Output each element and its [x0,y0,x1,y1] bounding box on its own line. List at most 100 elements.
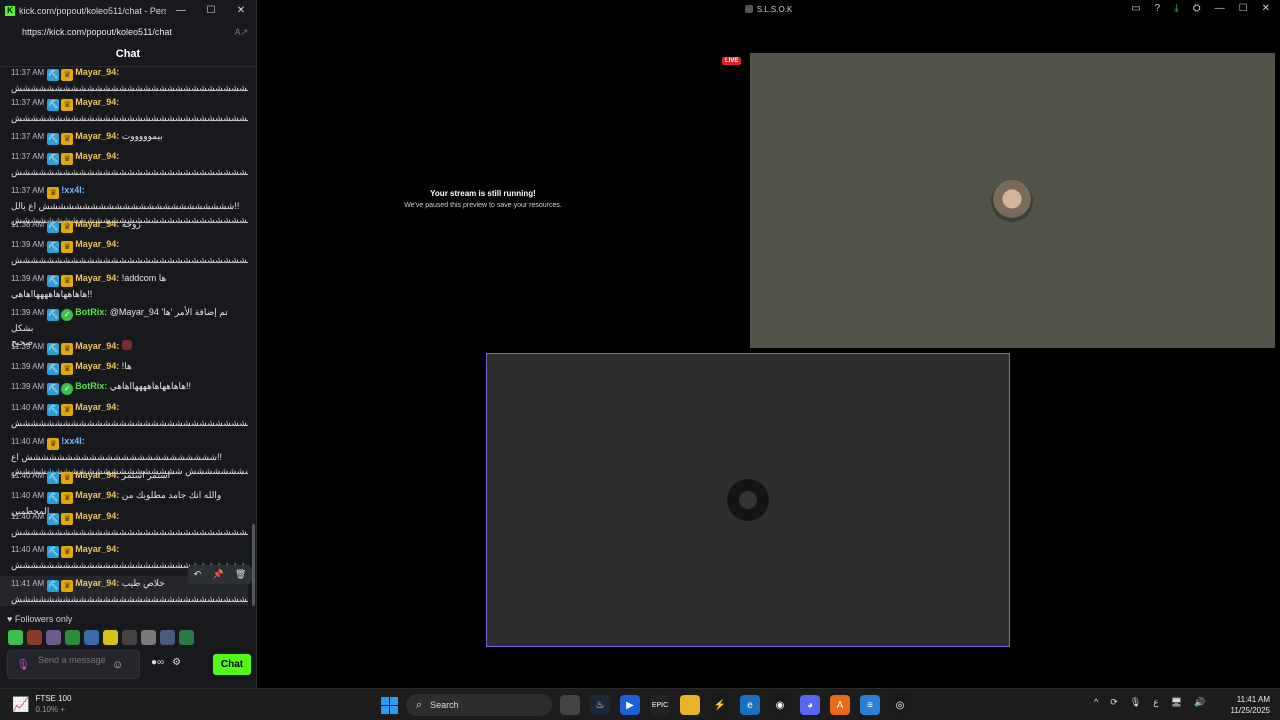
emote-face-icon[interactable] [27,630,42,645]
crown-badge-icon[interactable]: ♛ [61,275,74,287]
emoji-picker-icon[interactable]: ☺ [112,659,123,671]
emote-cat-icon[interactable] [141,630,156,645]
chat-message[interactable]: 11:37 AM ⛏ ♛ Mayar_94: شششششششششششششششششششش… [0,149,248,179]
crown-badge-icon[interactable]: ♛ [61,153,74,165]
crown-badge-icon[interactable]: ♛ [61,241,74,253]
app-close-button[interactable]: ✕ [1262,3,1270,14]
send-message-input[interactable] [37,652,108,677]
emote-chef-icon[interactable] [122,630,137,645]
crown-badge-icon[interactable]: ♛ [61,99,74,111]
pick-badge-icon[interactable]: ⛏ [47,546,60,558]
pick-badge-icon[interactable]: ⛏ [47,153,60,165]
pick-badge-icon[interactable]: ⛏ [47,133,60,145]
pick-badge-icon[interactable]: ⛏ [47,275,60,287]
crown-badge-icon[interactable]: ♛ [61,580,74,592]
stock-widget[interactable]: 📈 FTSE 100 0.10% + [12,694,71,714]
crown-badge-icon[interactable]: ♛ [61,472,74,484]
network-icon[interactable]: 🖥 [1171,697,1182,708]
emote-yellow-icon[interactable] [103,630,118,645]
emote-box-icon[interactable] [65,630,80,645]
tray-overflow-chevron-icon[interactable]: ^ [1094,697,1098,708]
pick-badge-icon[interactable]: ⛏ [47,309,60,321]
crown-badge-icon[interactable]: ♛ [47,438,60,450]
message-username[interactable]: Mayar_94 [75,544,116,554]
message-username[interactable]: Mayar_94 [75,219,116,229]
message-username[interactable]: BotRix [75,307,104,317]
chat-message[interactable]: 11:40 AM ⛏ ♛ Mayar_94: شششششششششششششششششششش… [0,509,248,539]
steam-icon[interactable]: ♨ [590,695,610,715]
chat-message[interactable]: 11:38 AM ⛏ ♛ Mayar_94: زوجه [0,217,248,233]
tray-sync-icon[interactable]: ⟳ [1110,697,1118,708]
app-minimize-button[interactable]: — [1215,3,1225,14]
points-icon[interactable]: ●∞ [151,657,164,668]
close-button[interactable]: ✕ [226,5,256,16]
message-username[interactable]: Mayar_94 [75,239,116,249]
crown-badge-icon[interactable]: ♛ [61,363,74,375]
pick-badge-icon[interactable]: ⛏ [47,221,60,233]
message-username[interactable]: Mayar_94 [75,151,116,161]
chat-message[interactable]: 11:39 AM ⛏ ♛ Mayar_94: شششششششششششششششششششش… [0,237,248,267]
chat-settings-gear-icon[interactable]: ⚙ [172,657,181,668]
maximize-button[interactable]: ☐ [196,5,226,16]
crown-badge-icon[interactable]: ♛ [61,546,74,558]
emote-frog2-icon[interactable] [179,630,194,645]
message-username[interactable]: Mayar_94 [75,131,116,141]
crown-badge-icon[interactable]: ♛ [61,404,74,416]
tray-mic-icon[interactable]: 🎙 [1130,697,1141,708]
reader-mode-icon[interactable]: A↗ [234,27,248,38]
address-bar[interactable]: https://kick.com/popout/koleo511/chat A↗ [0,21,256,43]
pick-badge-icon[interactable]: ⛏ [47,580,60,592]
message-username[interactable]: Mayar_94 [75,67,116,77]
emote-kick-icon[interactable] [8,630,23,645]
download-icon[interactable]: ⤓ [1174,3,1178,14]
message-username[interactable]: Mayar_94 [75,470,116,480]
chat-message[interactable]: 11:37 AM ⛏ ♛ Mayar_94: شششششششششششششششششششش… [0,67,248,95]
taskbar-clock[interactable]: 11:41 AM 11/25/2025 [1222,694,1270,716]
message-username[interactable]: Mayar_94 [75,402,116,412]
message-username[interactable]: Mayar_94 [75,511,116,521]
crown-badge-icon[interactable]: ♛ [61,343,74,355]
pick-badge-icon[interactable]: ⛏ [47,69,60,81]
taskbar-search[interactable]: ⌕ Search [406,694,552,716]
emote-cats-icon[interactable] [46,630,61,645]
task-view-icon[interactable] [560,695,580,715]
message-username[interactable]: Mayar_94 [75,578,116,588]
chat-scrollbar[interactable] [252,524,255,606]
picture-in-picture-icon[interactable]: ▭ [1131,3,1140,14]
start-button[interactable] [381,697,398,714]
chat-message-list[interactable]: 11:37 AM ⛏ ♛ Mayar_94: شششششششششششششششششششش… [0,67,250,607]
emote-shark-icon[interactable] [160,630,175,645]
chrome-icon[interactable]: ◎ [890,695,910,715]
crown-badge-icon[interactable]: ♛ [47,187,60,199]
pick-badge-icon[interactable]: ⛏ [47,343,60,355]
chat-message[interactable]: 11:40 AM ⛏ ♛ Mayar_94: استمر استمر [0,468,248,484]
chat-message[interactable]: 11:37 AM ⛏ ♛ Mayar_94: شششششششششششششششششششش… [0,95,248,125]
chat-message[interactable]: 11:37 AM ⛏ ♛ Mayar_94: بيموووووت [0,129,248,145]
crown-badge-icon[interactable]: ♛ [61,221,74,233]
emote-frog-icon[interactable] [84,630,99,645]
pick-badge-icon[interactable]: ⛏ [47,363,60,375]
crown-badge-icon[interactable]: ♛ [61,69,74,81]
app-a-icon[interactable]: A [830,695,850,715]
message-username[interactable]: BotRix [75,381,104,391]
message-username[interactable]: !xx4l [61,436,82,446]
app-maximize-button[interactable]: ☐ [1239,3,1248,14]
chat-message[interactable]: 11:39 AM ⛏ ♛ Mayar_94: !addcom ها هاهاههاهاه… [0,271,248,301]
volume-icon[interactable]: 🔊 [1194,697,1205,708]
pick-badge-icon[interactable]: ⛏ [47,404,60,416]
url-text[interactable]: https://kick.com/popout/koleo511/chat [22,27,234,37]
chat-message[interactable]: 11:39 AM ⛏ ✓ BotRix: هاهاههاهاههههااهاهي!! [0,379,248,395]
message-username[interactable]: Mayar_94 [75,97,116,107]
minimize-button[interactable]: — [166,5,196,16]
check-badge-icon[interactable]: ✓ [61,383,74,395]
pick-badge-icon[interactable]: ⛏ [47,492,60,504]
chat-message[interactable]: 11:39 AM ⛏ ♛ Mayar_94: [0,339,248,355]
pick-badge-icon[interactable]: ⛏ [47,472,60,484]
chat-message[interactable]: 11:40 AM ⛏ ♛ Mayar_94: شششششششششششششششششششش… [0,400,248,430]
help-icon[interactable]: ? [1155,3,1161,14]
discord-icon[interactable]: ◕ [800,695,820,715]
delete-icon[interactable]: 🗑 [235,569,246,580]
obs-icon[interactable]: ◉ [770,695,790,715]
chat-message[interactable]: 11:39 AM ⛏ ♛ Mayar_94: !ها [0,359,248,375]
message-username[interactable]: !xx4l [61,185,82,195]
